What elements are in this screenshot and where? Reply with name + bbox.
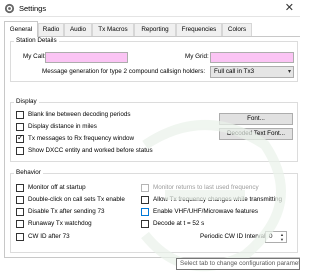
watermark-logo	[141, 120, 286, 272]
disable-tx-73-label: Disable Tx after sending 73	[28, 208, 105, 215]
tab-radio[interactable]: Radio	[38, 23, 64, 36]
my-grid-label: My Grid:	[185, 53, 209, 60]
tooltip: Select tab to change configuration param…	[176, 258, 300, 270]
monitor-off-label: Monitor off at startup	[28, 184, 86, 191]
behavior-title: Behavior	[14, 169, 43, 176]
station-details-group: Station Details My Call: My Grid: Messag…	[10, 37, 298, 82]
tab-bar: General Radio Audio Tx Macros Reporting …	[4, 21, 300, 37]
tab-audio[interactable]: Audio	[64, 23, 92, 36]
runaway-tx-label: Runaway Tx watchdog	[28, 220, 92, 227]
double-click-tx-checkbox[interactable]	[16, 196, 24, 204]
blank-line-checkbox[interactable]	[16, 111, 24, 119]
dxcc-checkbox[interactable]	[16, 147, 24, 155]
chevron-down-icon: ▾	[287, 69, 291, 75]
monitor-off-checkbox[interactable]	[16, 184, 24, 192]
general-panel: Station Details My Call: My Grid: Messag…	[4, 36, 300, 272]
runaway-tx-checkbox[interactable]	[16, 220, 24, 228]
title-bar: Settings ✕	[0, 0, 300, 17]
tx-to-rx-checkbox[interactable]: ✓	[16, 133, 24, 143]
window-title: Settings	[19, 4, 47, 13]
station-details-title: Station Details	[14, 37, 59, 44]
tab-colors[interactable]: Colors	[222, 23, 252, 36]
disable-tx-73-checkbox[interactable]	[16, 208, 24, 216]
tab-tx-macros[interactable]: Tx Macros	[92, 23, 134, 36]
my-call-label: My Call:	[23, 53, 46, 60]
close-icon[interactable]: ✕	[285, 1, 294, 15]
tab-reporting[interactable]: Reporting	[134, 23, 176, 36]
type2-select[interactable]: Full call in Tx3 ▾	[210, 66, 294, 78]
my-call-field[interactable]	[45, 52, 128, 63]
gear-icon	[4, 3, 15, 14]
cw-id-checkbox[interactable]	[16, 233, 24, 241]
check-icon: ✓	[17, 133, 24, 142]
cw-id-label: CW ID after 73	[28, 233, 70, 240]
type2-label: Message generation for type 2 compound c…	[42, 68, 206, 75]
distance-miles-checkbox[interactable]	[16, 123, 24, 131]
display-title: Display	[14, 98, 39, 105]
tab-frequencies[interactable]: Frequencies	[176, 23, 222, 36]
distance-miles-label: Display distance in miles	[28, 123, 97, 130]
my-grid-field[interactable]	[210, 52, 294, 63]
tab-general[interactable]: General	[4, 21, 38, 37]
